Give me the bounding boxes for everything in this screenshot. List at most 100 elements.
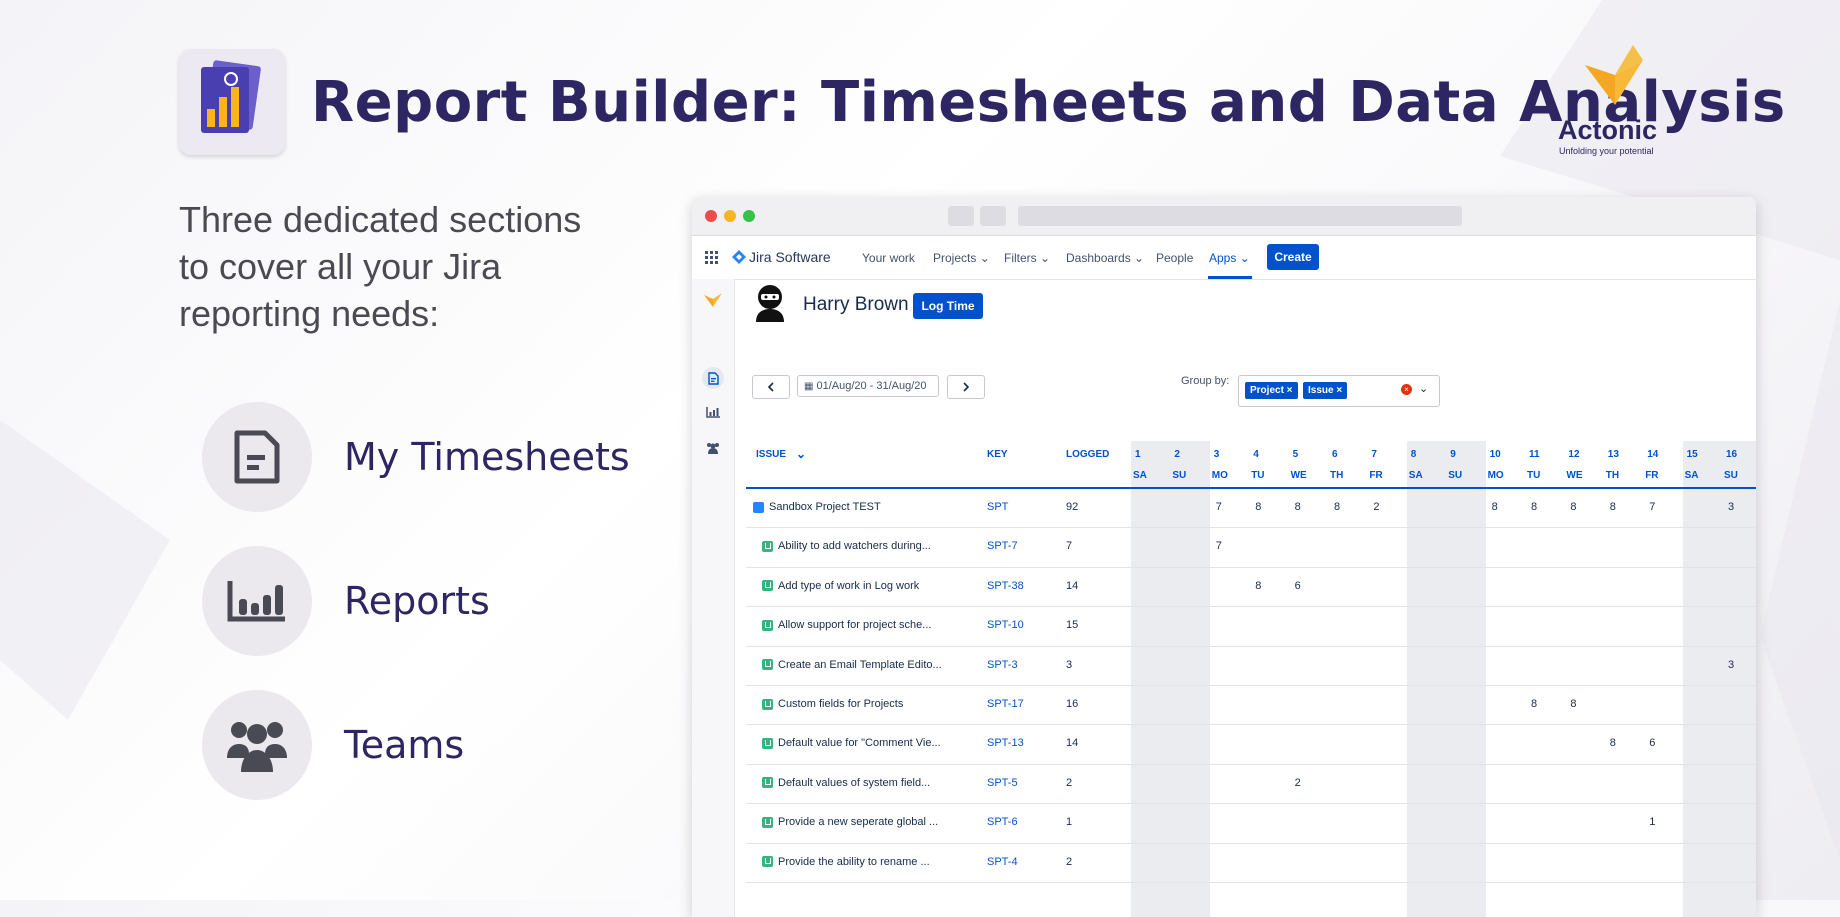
calendar-icon: ▦ <box>804 380 814 392</box>
table-row-issue[interactable]: Provide a new seperate global ... <box>762 816 938 828</box>
day-hours-cell[interactable]: 2 <box>1373 501 1379 513</box>
day-hours-cell[interactable]: 8 <box>1531 501 1537 513</box>
day-hours-cell[interactable]: 3 <box>1728 501 1734 513</box>
issue-summary: Default value for "Comment Vie... <box>778 737 941 750</box>
logged-total: 1 <box>1066 816 1073 829</box>
nav-people[interactable]: People <box>1156 251 1193 265</box>
nav-dashboards[interactable]: Dashboards ⌄ <box>1066 251 1144 265</box>
next-period-button[interactable] <box>947 375 985 399</box>
day-hours-cell[interactable]: 8 <box>1570 698 1576 710</box>
table-row-issue[interactable]: Allow support for project sche... <box>762 619 931 631</box>
issue-summary: Provide a new seperate global ... <box>778 816 939 829</box>
day-hours-cell[interactable]: 8 <box>1531 698 1537 710</box>
day-number: 2 <box>1174 449 1180 460</box>
day-hours-cell[interactable]: 8 <box>1610 737 1616 749</box>
app-sidebar <box>692 279 735 917</box>
group-chip-issue[interactable]: Issue × <box>1303 382 1348 399</box>
logged-total: 3 <box>1066 658 1073 671</box>
close-window-button[interactable] <box>705 210 717 222</box>
actonic-app-icon[interactable] <box>702 289 724 311</box>
group-by-select[interactable]: Project × Issue × × ⌄ <box>1238 375 1440 407</box>
group-chip-project[interactable]: Project × <box>1245 382 1298 399</box>
day-hours-cell[interactable]: 8 <box>1255 580 1261 592</box>
log-time-button[interactable]: Log Time <box>913 293 983 319</box>
day-of-week: WE <box>1290 470 1307 481</box>
column-header-issue[interactable]: ISSUE <box>756 449 786 460</box>
teams-nav-icon[interactable] <box>702 437 724 459</box>
day-number: 4 <box>1253 449 1259 460</box>
issue-key-link[interactable]: SPT-38 <box>987 580 1024 592</box>
logged-total: 14 <box>1066 579 1079 592</box>
team-icon <box>202 690 312 800</box>
table-row-issue[interactable]: Create an Email Template Edito... <box>762 659 942 671</box>
story-icon <box>762 737 773 749</box>
active-tab-indicator <box>1208 276 1252 279</box>
feature-label: My Timesheets <box>344 435 630 479</box>
feature-label: Reports <box>344 579 490 623</box>
day-hours-cell[interactable]: 3 <box>1728 659 1734 671</box>
day-hours-cell[interactable]: 7 <box>1649 501 1655 513</box>
table-row-issue[interactable]: Default values of system field... <box>762 777 930 789</box>
chevron-left-icon <box>767 382 774 392</box>
day-hours-cell[interactable]: 6 <box>1295 580 1301 592</box>
day-hours-cell[interactable]: 8 <box>1295 501 1301 513</box>
prev-period-button[interactable] <box>752 375 790 399</box>
table-row-issue[interactable]: Default value for "Comment Vie... <box>762 737 941 749</box>
address-bar[interactable] <box>1018 206 1462 226</box>
table-row-issue[interactable]: Ability to add watchers during... <box>762 540 931 552</box>
day-hours-cell[interactable]: 1 <box>1649 816 1655 828</box>
day-hours-cell[interactable]: 2 <box>1295 777 1301 789</box>
back-button[interactable] <box>948 206 974 226</box>
document-icon <box>202 402 312 512</box>
forward-button[interactable] <box>980 206 1006 226</box>
day-hours-cell[interactable]: 6 <box>1649 737 1655 749</box>
timesheet-nav-icon[interactable] <box>702 367 724 389</box>
maximize-window-button[interactable] <box>743 210 755 222</box>
app-switcher-icon[interactable] <box>705 251 719 270</box>
day-hours-cell[interactable]: 8 <box>1255 501 1261 513</box>
jira-product-name[interactable]: Jira Software <box>749 249 831 265</box>
nav-your-work[interactable]: Your work <box>862 251 915 265</box>
table-row-issue[interactable]: Custom fields for Projects <box>762 698 903 710</box>
day-hours-cell[interactable]: 7 <box>1216 501 1222 513</box>
issue-key-link[interactable]: SPT <box>987 501 1008 513</box>
issue-key-link[interactable]: SPT-10 <box>987 619 1024 631</box>
issue-key-link[interactable]: SPT-4 <box>987 856 1018 868</box>
chevron-down-icon[interactable]: ⌄ <box>1419 382 1428 395</box>
app-logo <box>179 49 285 155</box>
row-divider <box>746 724 1756 726</box>
day-of-week: TH <box>1605 470 1620 481</box>
table-row-issue[interactable]: Sandbox Project TEST <box>753 501 881 513</box>
sort-chevron-icon[interactable]: ⌄ <box>796 447 806 461</box>
column-header-logged[interactable]: LOGGED <box>1066 449 1109 460</box>
issue-key-link[interactable]: SPT-17 <box>987 698 1024 710</box>
day-number: 3 <box>1213 449 1220 460</box>
timesheet-table: ISSUE ⌄ KEY LOGGED 1 SA 2 SU 3 MO 4 TU 5 WE 6 TH 7 FR 8 SA 9… <box>746 441 1756 917</box>
nav-apps[interactable]: Apps ⌄ <box>1209 251 1250 265</box>
day-hours-cell[interactable]: 7 <box>1216 540 1222 552</box>
column-header-key[interactable]: KEY <box>987 449 1008 460</box>
issue-key-link[interactable]: SPT-5 <box>987 777 1018 789</box>
issue-key-link[interactable]: SPT-6 <box>987 816 1018 828</box>
reports-nav-icon[interactable] <box>702 401 724 423</box>
intro-text: Three dedicated sections to cover all yo… <box>179 199 582 334</box>
day-hours-cell[interactable]: 8 <box>1334 501 1340 513</box>
issue-key-link[interactable]: SPT-13 <box>987 737 1024 749</box>
day-hours-cell[interactable]: 8 <box>1570 501 1576 513</box>
clear-icon[interactable]: × <box>1401 384 1412 395</box>
issue-summary: Add type of work in Log work <box>778 579 920 592</box>
table-row-issue[interactable]: Add type of work in Log work <box>762 580 919 592</box>
issue-key-link[interactable]: SPT-7 <box>987 540 1018 552</box>
nav-projects[interactable]: Projects ⌄ <box>933 251 990 265</box>
create-button[interactable]: Create <box>1267 244 1319 270</box>
issue-key-link[interactable]: SPT-3 <box>987 659 1018 671</box>
row-divider <box>746 803 1756 805</box>
nav-filters[interactable]: Filters ⌄ <box>1004 251 1050 265</box>
day-hours-cell[interactable]: 8 <box>1610 501 1616 513</box>
minimize-window-button[interactable] <box>724 210 736 222</box>
logged-total: 92 <box>1066 501 1079 513</box>
table-row-issue[interactable]: Provide the ability to rename ... <box>762 856 930 868</box>
day-hours-cell[interactable]: 8 <box>1492 501 1498 513</box>
date-range-picker[interactable]: ▦ 01/Aug/20 - 31/Aug/20 <box>797 375 939 397</box>
day-of-week: MO <box>1487 470 1504 481</box>
